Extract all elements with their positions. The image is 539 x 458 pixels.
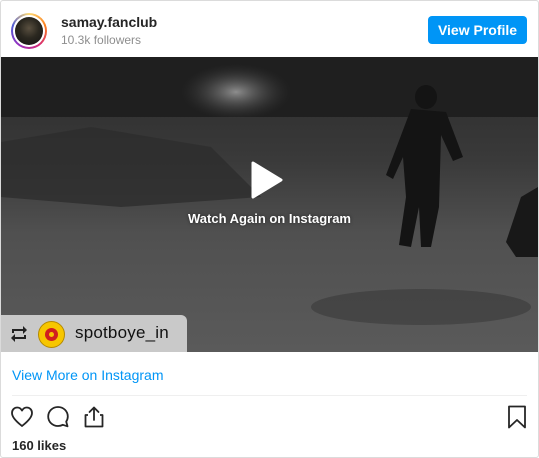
post-header: samay.fanclub 10.3k followers View Profi… — [1, 1, 538, 57]
avatar-image — [15, 17, 43, 45]
instagram-embed-card: samay.fanclub 10.3k followers View Profi… — [0, 0, 539, 458]
divider — [12, 395, 527, 396]
view-profile-button[interactable]: View Profile — [428, 16, 527, 44]
avatar[interactable] — [11, 13, 47, 49]
heart-icon[interactable] — [9, 404, 35, 430]
spotboye-logo — [38, 321, 65, 348]
username[interactable]: samay.fanclub — [61, 14, 157, 30]
share-icon[interactable] — [81, 404, 107, 430]
bookmark-icon[interactable] — [504, 404, 530, 430]
like-count[interactable]: 160 likes — [12, 438, 66, 453]
repost-account-name: spotboye_in — [75, 323, 169, 342]
follower-count: 10.3k followers — [61, 33, 142, 47]
video-player[interactable]: Watch Again on Instagram spotboye_in — [1, 57, 538, 352]
play-icon[interactable] — [249, 161, 283, 199]
repost-badge: spotboye_in — [1, 315, 187, 352]
view-more-link[interactable]: View More on Instagram — [12, 367, 163, 383]
watch-again-label[interactable]: Watch Again on Instagram — [1, 211, 538, 226]
comment-icon[interactable] — [45, 404, 71, 430]
repost-icon — [11, 326, 27, 342]
